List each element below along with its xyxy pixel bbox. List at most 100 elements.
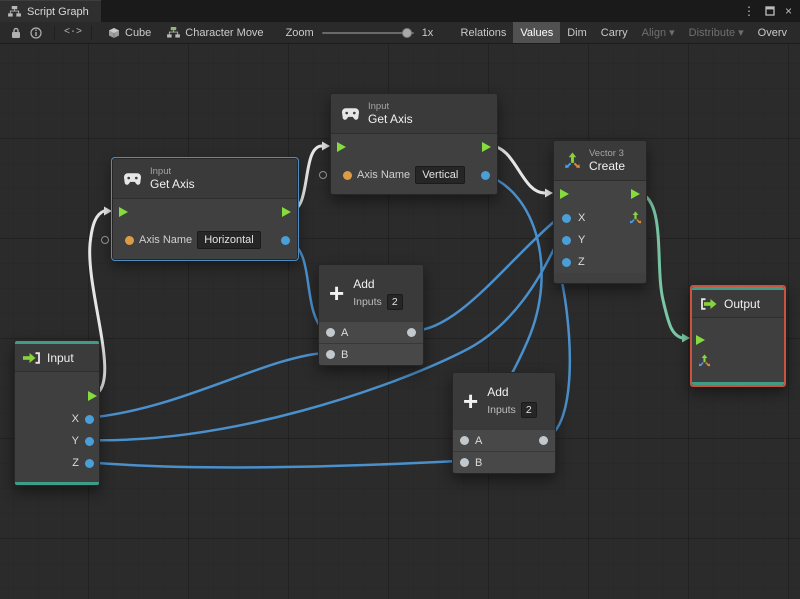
node-graph-input[interactable]: Input X Y Z	[14, 340, 100, 486]
node-header: Input Get Axis	[331, 94, 497, 134]
close-icon[interactable]: ×	[785, 5, 792, 17]
toolbar-toggles: Relations Values Dim Carry Align ▾ Distr…	[454, 22, 794, 43]
value-output-port[interactable]	[481, 170, 490, 180]
zoom-slider[interactable]	[321, 27, 414, 38]
input-port-b[interactable]	[460, 458, 469, 467]
object-context-button[interactable]: Cube	[100, 22, 159, 43]
node-get-axis-horizontal[interactable]: Input Get Axis Axis Name Horizontal	[101, 158, 298, 260]
align-dropdown[interactable]: Align ▾	[635, 22, 682, 43]
toggle-overview[interactable]: Overv	[751, 22, 794, 43]
node-graph-output[interactable]: Output	[690, 285, 786, 387]
inputs-label: Inputs	[353, 295, 382, 308]
vector3-input-port[interactable]	[698, 354, 711, 372]
relations-code-icon[interactable]: <∙>	[63, 24, 83, 42]
node-header: + Add Inputs 2	[453, 373, 555, 429]
axis-name-field[interactable]: Horizontal	[197, 231, 261, 249]
y-input-port[interactable]	[562, 235, 571, 245]
toggle-carry[interactable]: Carry	[594, 22, 635, 43]
unconnected-port[interactable]	[319, 171, 327, 179]
z-input-port[interactable]	[562, 257, 571, 267]
input-port-a[interactable]	[460, 436, 469, 445]
string-port[interactable]	[125, 235, 134, 245]
input-port-b[interactable]	[326, 350, 335, 359]
node-body: X Y Z	[15, 372, 99, 482]
wire-arrowhead	[322, 141, 330, 151]
toggle-relations[interactable]: Relations	[454, 22, 514, 43]
z-output-port[interactable]	[85, 458, 94, 468]
param-label: Axis Name	[139, 234, 193, 246]
inputs-count-field[interactable]: 2	[520, 401, 537, 418]
node-vector3-create[interactable]: Vector 3 Create X Y Z	[553, 140, 647, 284]
zoom-label: Zoom	[285, 26, 314, 39]
y-output-port[interactable]	[85, 436, 94, 446]
control-output-port[interactable]	[631, 189, 640, 199]
toggle-dim[interactable]: Dim	[560, 22, 594, 43]
control-input-port[interactable]	[696, 335, 705, 345]
menu-icon[interactable]: ⋮	[743, 5, 755, 17]
node-category: Input	[150, 166, 172, 177]
unconnected-port[interactable]	[101, 236, 109, 244]
node-title: Add	[487, 384, 509, 399]
control-output-port[interactable]	[88, 391, 97, 401]
wire-arrowhead	[682, 333, 690, 343]
node-category: Input	[368, 101, 390, 112]
node-header: Vector 3 Create	[554, 141, 646, 181]
gamepad-icon	[123, 172, 142, 185]
x-output-port[interactable]	[85, 414, 94, 424]
tab-script-graph[interactable]: Script Graph	[0, 0, 101, 22]
graph-asset-icon	[167, 27, 181, 38]
toolbar-separator	[91, 25, 92, 40]
add-icon: +	[329, 278, 345, 308]
graph-output-icon	[701, 297, 717, 310]
graph-asset-label: Character Move	[185, 26, 264, 39]
gamepad-icon	[341, 107, 360, 120]
graph-input-icon	[23, 351, 40, 364]
node-add-top[interactable]: + Add Inputs 2 A B	[318, 264, 424, 366]
axis-name-field[interactable]: Vertical	[415, 166, 466, 184]
wire-data-add1-to-vector3-x[interactable]	[410, 218, 558, 333]
lock-icon[interactable]	[6, 24, 26, 42]
sum-output-port[interactable]	[539, 436, 548, 445]
node-title: Add	[353, 276, 375, 291]
toggle-values[interactable]: Values	[513, 22, 561, 43]
node-header: Input Get Axis	[113, 159, 297, 199]
node-title: Create	[589, 159, 626, 173]
value-output-port[interactable]	[281, 235, 290, 245]
chevron-down-icon: ▾	[669, 27, 675, 39]
toolbar-separator	[54, 25, 55, 40]
x-input-port[interactable]	[562, 213, 571, 223]
maximize-icon[interactable]	[765, 6, 775, 16]
zoom-control: Zoom 1x	[286, 27, 434, 39]
node-title: Get Axis	[368, 112, 413, 126]
graph-canvas[interactable]: Input Get Axis Axis Name Vertical Input …	[0, 44, 800, 599]
script-graph-window: Script Graph ⋮ × <∙> Cube Character Move…	[0, 0, 800, 599]
node-add-bottom[interactable]: + Add Inputs 2 A B	[452, 372, 556, 474]
tab-title: Script Graph	[27, 5, 89, 18]
param-label: Axis Name	[357, 169, 411, 181]
tab-bar: Script Graph ⋮ ×	[0, 0, 800, 22]
node-header: Output	[692, 290, 784, 318]
input-port-a[interactable]	[326, 328, 335, 337]
wire-data-input-x-to-add1-b[interactable]	[84, 351, 326, 420]
vector3-output-port[interactable]	[629, 211, 642, 229]
distribute-dropdown[interactable]: Distribute ▾	[682, 22, 751, 43]
wire-flow-getaxis-v-to-vector3[interactable]	[488, 144, 547, 195]
node-get-axis-vertical[interactable]: Input Get Axis Axis Name Vertical	[319, 93, 498, 195]
sum-output-port[interactable]	[407, 328, 416, 337]
inputs-count-field[interactable]: 2	[386, 293, 403, 310]
control-output-port[interactable]	[482, 142, 491, 152]
control-input-port[interactable]	[337, 142, 346, 152]
control-input-port[interactable]	[119, 207, 128, 217]
wire-arrowhead	[104, 206, 112, 216]
object-context-label: Cube	[125, 26, 152, 39]
info-icon[interactable]	[26, 24, 46, 42]
control-input-port[interactable]	[560, 189, 569, 199]
graph-asset-button[interactable]: Character Move	[159, 22, 271, 43]
node-header: Input	[15, 344, 99, 372]
zoom-slider-handle[interactable]	[401, 27, 412, 38]
control-output-port[interactable]	[282, 207, 291, 217]
wire-data-input-z-to-add2-b[interactable]	[84, 459, 460, 469]
string-port[interactable]	[343, 170, 352, 180]
add-icon: +	[463, 386, 479, 416]
script-graph-icon	[8, 6, 21, 17]
